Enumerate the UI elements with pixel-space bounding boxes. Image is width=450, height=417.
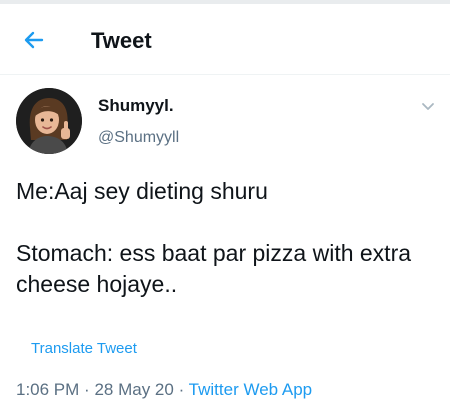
- meta-separator: ·: [178, 380, 185, 399]
- tweet-header: Tweet: [0, 4, 450, 75]
- back-button[interactable]: [20, 26, 48, 54]
- translate-tweet-link[interactable]: Translate Tweet: [31, 340, 137, 357]
- tweet-time[interactable]: 1:06 PM: [16, 380, 79, 399]
- author-handle[interactable]: @Shumyyll: [98, 129, 179, 147]
- tweet-line-gap: [16, 207, 436, 238]
- arrow-left-icon: [24, 31, 44, 49]
- tweet-body: Me:Aaj sey dieting shuru Stomach: ess ba…: [16, 176, 436, 300]
- author-display-name[interactable]: Shumyyl.: [98, 96, 174, 116]
- tweet-line-2: Stomach: ess baat par pizza with extra c…: [16, 240, 412, 297]
- chevron-down-icon: [422, 103, 434, 110]
- page-title: Tweet: [91, 28, 152, 53]
- avatar[interactable]: [16, 88, 82, 154]
- memoji-avatar-image: [16, 88, 82, 154]
- meta-separator: ·: [84, 380, 90, 399]
- tweet-meta: 1:06 PM · 28 May 20 · Twitter Web App: [16, 380, 312, 400]
- more-options-button[interactable]: [418, 96, 438, 116]
- tweet-source-link[interactable]: Twitter Web App: [189, 380, 312, 399]
- tweet-line-1: Me:Aaj sey dieting shuru: [16, 178, 268, 204]
- tweet-date[interactable]: 28 May 20: [94, 380, 173, 399]
